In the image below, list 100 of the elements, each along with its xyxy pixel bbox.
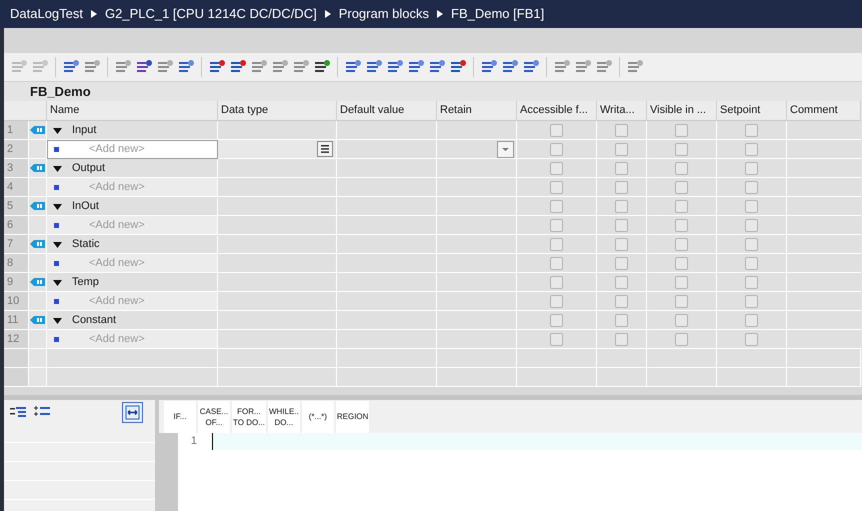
checkbox[interactable] xyxy=(675,142,688,156)
checkbox[interactable] xyxy=(675,218,688,232)
member-icon xyxy=(54,337,59,342)
checkbox[interactable] xyxy=(550,314,563,326)
checkbox[interactable] xyxy=(615,332,628,346)
snippet-button[interactable]: WHILE.. DO... xyxy=(268,400,300,432)
checkbox[interactable] xyxy=(615,200,628,212)
row-number: 12 xyxy=(4,330,29,349)
checkbox[interactable] xyxy=(550,294,563,308)
checkbox[interactable] xyxy=(675,276,688,288)
checkbox[interactable] xyxy=(615,238,628,250)
column-header[interactable]: Visible in ... xyxy=(647,101,717,121)
section-cell[interactable]: Temp xyxy=(47,273,218,292)
checkbox[interactable] xyxy=(675,332,688,346)
collapse-arrow-icon[interactable] xyxy=(53,166,62,172)
checkbox[interactable] xyxy=(550,124,563,136)
checkbox[interactable] xyxy=(745,314,758,326)
checkbox[interactable] xyxy=(745,200,758,212)
checkbox[interactable] xyxy=(675,200,688,212)
list-picker-icon[interactable] xyxy=(317,141,333,157)
section-cell[interactable]: InOut xyxy=(47,197,218,216)
row-number: 7 xyxy=(4,235,29,254)
checkbox[interactable] xyxy=(675,124,688,136)
checkbox[interactable] xyxy=(675,180,688,194)
checkbox[interactable] xyxy=(550,218,563,232)
checkbox[interactable] xyxy=(745,162,758,174)
member-icon xyxy=(54,261,59,266)
checkbox[interactable] xyxy=(745,256,758,270)
checkbox[interactable] xyxy=(675,294,688,308)
checkbox[interactable] xyxy=(615,256,628,270)
checkbox[interactable] xyxy=(745,294,758,308)
collapse-arrow-icon[interactable] xyxy=(53,204,62,210)
checkbox[interactable] xyxy=(550,256,563,270)
dropdown-icon[interactable] xyxy=(497,140,514,158)
breadcrumb-item[interactable]: DataLogTest xyxy=(10,4,83,24)
snippet-button[interactable]: (*...*) xyxy=(302,400,334,432)
snippet-button[interactable]: IF... xyxy=(164,400,196,432)
checkbox[interactable] xyxy=(615,124,628,136)
breadcrumb-item[interactable]: Program blocks xyxy=(338,4,430,24)
collapse-arrow-icon[interactable] xyxy=(53,242,62,248)
checkbox[interactable] xyxy=(615,218,628,232)
checkbox[interactable] xyxy=(550,142,563,156)
section-name: InOut xyxy=(72,199,99,214)
checkbox[interactable] xyxy=(675,162,688,174)
row-number: 3 xyxy=(4,159,29,178)
collapse-arrow-icon[interactable] xyxy=(53,128,62,134)
row-number: 2 xyxy=(4,140,29,159)
column-header[interactable]: Accessible f... xyxy=(517,101,597,121)
checkbox[interactable] xyxy=(550,200,563,212)
snippet-button[interactable]: FOR... TO DO... xyxy=(232,400,266,432)
indent-icon[interactable] xyxy=(10,406,26,418)
outdent-icon[interactable] xyxy=(34,406,50,418)
checkbox[interactable] xyxy=(675,256,688,270)
section-name: Constant xyxy=(72,313,116,328)
split-view-icon[interactable] xyxy=(122,402,143,422)
checkbox[interactable] xyxy=(615,162,628,174)
collapse-arrow-icon[interactable] xyxy=(53,318,62,324)
row-number: 6 xyxy=(4,216,29,235)
section-cell[interactable]: Static xyxy=(47,235,218,254)
breadcrumb-item[interactable]: G2_PLC_1 [CPU 1214C DC/DC/DC] xyxy=(105,4,317,24)
member-icon xyxy=(54,223,59,228)
column-header[interactable]: Data type xyxy=(218,101,337,121)
checkbox[interactable] xyxy=(745,180,758,194)
add-new-text: <Add new> xyxy=(89,256,145,272)
column-header[interactable]: Setpoint xyxy=(717,101,787,121)
column-header[interactable]: Default value xyxy=(337,101,437,121)
checkbox[interactable] xyxy=(615,294,628,308)
column-header[interactable]: Comment xyxy=(787,101,861,121)
snippet-button[interactable]: CASE... OF... xyxy=(198,400,230,432)
checkbox[interactable] xyxy=(745,142,758,156)
column-header[interactable]: Name xyxy=(47,101,218,121)
section-cell[interactable]: Output xyxy=(47,159,218,178)
column-header[interactable]: Writa... xyxy=(597,101,647,121)
row-number: 9 xyxy=(4,273,29,292)
checkbox[interactable] xyxy=(615,142,628,156)
checkbox[interactable] xyxy=(550,332,563,346)
checkbox[interactable] xyxy=(745,218,758,232)
checkbox[interactable] xyxy=(675,314,688,326)
checkbox[interactable] xyxy=(745,238,758,250)
row-number: 1 xyxy=(4,121,29,140)
breadcrumb-item[interactable]: FB_Demo [FB1] xyxy=(451,4,544,24)
collapse-arrow-icon[interactable] xyxy=(53,280,62,286)
section-cell[interactable]: Input xyxy=(47,121,218,140)
checkbox[interactable] xyxy=(615,180,628,194)
checkbox[interactable] xyxy=(550,276,563,288)
section-name: Output xyxy=(72,161,106,176)
checkbox[interactable] xyxy=(745,124,758,136)
column-header[interactable]: Retain xyxy=(437,101,517,121)
checkbox[interactable] xyxy=(550,238,563,250)
snippet-button[interactable]: REGION xyxy=(336,400,370,432)
section-cell[interactable]: Constant xyxy=(47,311,218,330)
checkbox[interactable] xyxy=(615,314,628,326)
checkbox[interactable] xyxy=(675,238,688,250)
checkbox[interactable] xyxy=(550,162,563,174)
checkbox[interactable] xyxy=(550,180,563,194)
member-icon xyxy=(54,147,59,152)
checkbox[interactable] xyxy=(745,332,758,346)
checkbox[interactable] xyxy=(615,276,628,288)
scrollbar[interactable] xyxy=(4,387,862,395)
checkbox[interactable] xyxy=(745,276,758,288)
